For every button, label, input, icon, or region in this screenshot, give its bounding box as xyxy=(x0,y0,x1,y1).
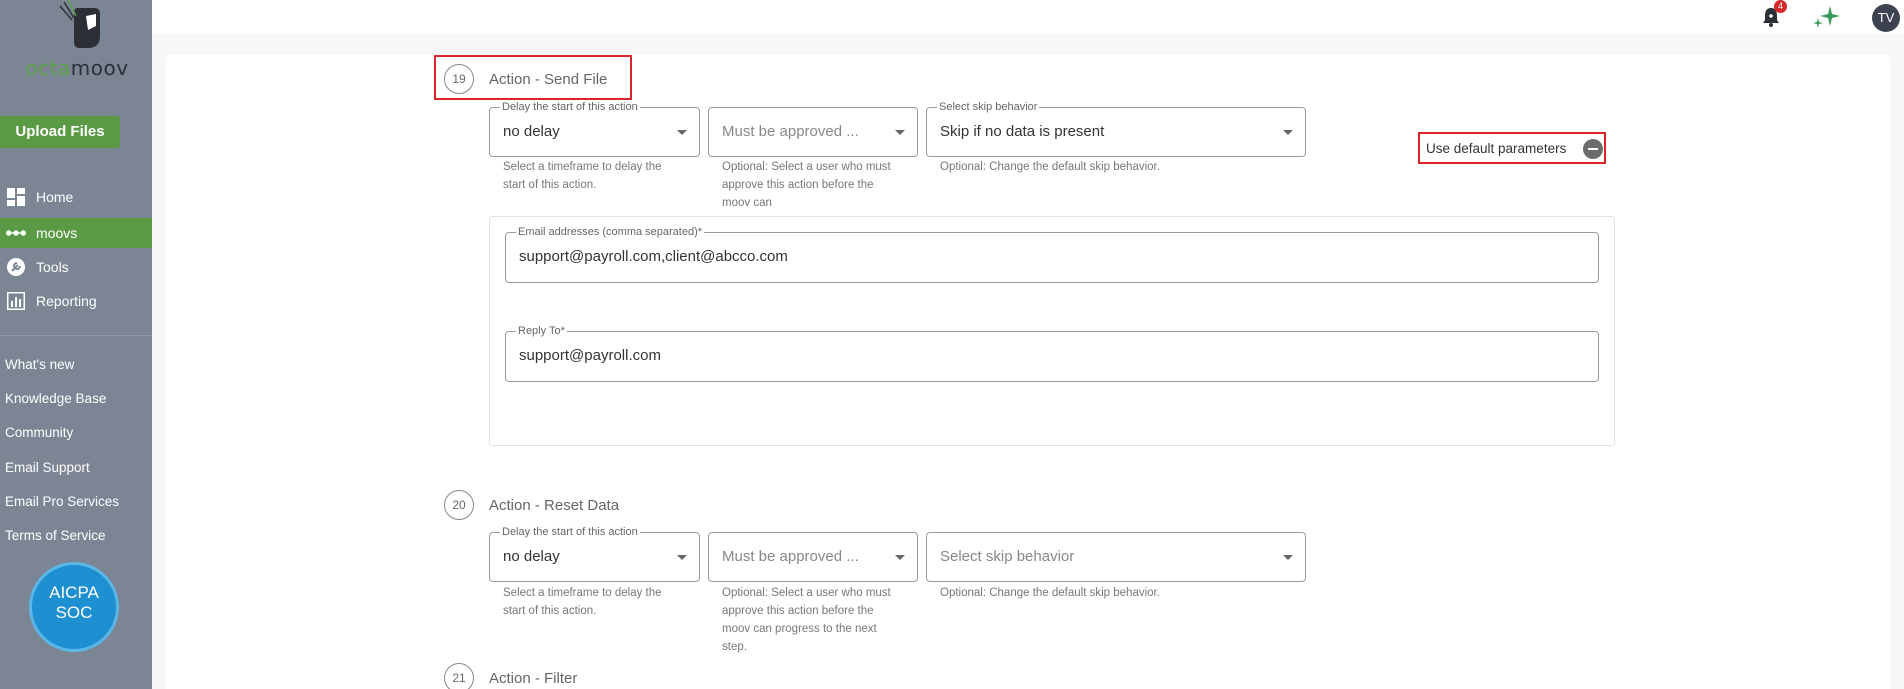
skip-behavior-select[interactable]: Select skip behavior Skip if no data is … xyxy=(926,101,1306,157)
chart-icon xyxy=(6,291,26,311)
field-legend: Delay the start of this action xyxy=(500,101,640,113)
select-placeholder: Select skip behavior xyxy=(940,548,1075,565)
select-value: no delay xyxy=(503,548,560,565)
sidebar-item-label: moovs xyxy=(36,225,78,241)
helper-text: Select a timeframe to delay the start of… xyxy=(503,161,662,191)
step-title: Action - Send File xyxy=(489,71,608,88)
sidebar-item-label: Home xyxy=(36,189,74,205)
reply-to-field[interactable]: Reply To* support@payroll.com xyxy=(505,325,1599,382)
link-community[interactable]: Community xyxy=(5,425,73,440)
select-placeholder: Must be approved ... xyxy=(722,123,859,140)
link-email-pro-services[interactable]: Email Pro Services xyxy=(5,494,119,509)
sidebar-item-label: Tools xyxy=(36,259,69,275)
upload-files-button[interactable]: Upload Files xyxy=(0,116,120,148)
sidebar-item-home[interactable]: Home xyxy=(0,182,152,212)
logo-icon xyxy=(59,0,100,48)
sparkle-icon[interactable] xyxy=(1812,4,1842,30)
top-bar xyxy=(152,0,1904,34)
step-number: 19 xyxy=(444,64,474,94)
field-value: support@payroll.com xyxy=(519,347,661,364)
sidebar-divider xyxy=(0,335,152,336)
sidebar-item-tools[interactable]: Tools xyxy=(0,252,152,282)
caret-down-icon xyxy=(677,130,687,135)
octamoov-logo[interactable]: octamoov xyxy=(18,0,136,80)
approval-select[interactable]: Must be approved ... xyxy=(708,107,918,157)
step-number: 20 xyxy=(444,490,474,520)
avatar[interactable]: TV xyxy=(1872,4,1900,32)
caret-down-icon xyxy=(895,555,905,560)
field-legend: Delay the start of this action xyxy=(500,526,640,538)
sidebar: octamoov Upload Files Home moovs Tools R… xyxy=(0,0,152,689)
select-placeholder: Must be approved ... xyxy=(722,548,859,565)
step-title: Action - Reset Data xyxy=(489,497,620,514)
helper-text: Optional: Select a user who must approve… xyxy=(722,161,891,209)
logo-text: octamoov xyxy=(18,56,136,80)
field-legend: Reply To* xyxy=(516,325,567,337)
helper-text: Optional: Change the default skip behavi… xyxy=(940,161,1160,173)
aicpa-soc-badge: AICPA SOC xyxy=(29,562,119,652)
email-addresses-field[interactable]: Email addresses (comma separated)* suppo… xyxy=(505,226,1599,283)
caret-down-icon xyxy=(677,555,687,560)
helper-text: Optional: Select a user who must approve… xyxy=(722,587,891,653)
step-title: Action - Filter xyxy=(489,670,578,687)
link-terms-of-service[interactable]: Terms of Service xyxy=(5,528,106,543)
minus-circle-icon[interactable] xyxy=(1583,139,1603,159)
logo-text-part1: octa xyxy=(25,56,71,80)
skip-behavior-select[interactable]: Select skip behavior xyxy=(926,532,1306,582)
sidebar-item-label: Reporting xyxy=(36,293,97,309)
field-value: support@payroll.com,client@abcco.com xyxy=(519,248,788,265)
link-whats-new[interactable]: What's new xyxy=(5,357,74,372)
sidebar-item-moovs[interactable]: moovs xyxy=(0,218,152,248)
notification-badge: 4 xyxy=(1774,0,1787,13)
dashboard-icon xyxy=(6,187,26,207)
select-value: no delay xyxy=(503,123,560,140)
wrench-icon xyxy=(6,257,26,277)
caret-down-icon xyxy=(1283,555,1293,560)
field-legend: Email addresses (comma separated)* xyxy=(516,226,705,238)
link-knowledge-base[interactable]: Knowledge Base xyxy=(5,391,106,406)
dots-icon xyxy=(6,223,26,243)
toggle-label: Use default parameters xyxy=(1426,140,1567,156)
helper-text: Select a timeframe to delay the start of… xyxy=(503,587,662,617)
field-legend: Select skip behavior xyxy=(937,101,1040,113)
caret-down-icon xyxy=(895,130,905,135)
badge-line2: SOC xyxy=(55,603,93,622)
use-default-parameters-toggle[interactable]: Use default parameters xyxy=(1418,132,1612,164)
helper-text: Optional: Change the default skip behavi… xyxy=(940,587,1160,599)
link-email-support[interactable]: Email Support xyxy=(5,460,90,475)
sidebar-item-reporting[interactable]: Reporting xyxy=(0,286,152,316)
caret-down-icon xyxy=(1283,130,1293,135)
logo-text-part2: moov xyxy=(70,56,129,80)
delay-select[interactable]: Delay the start of this action no delay xyxy=(489,526,700,582)
step-number: 21 xyxy=(444,663,474,689)
delay-select[interactable]: Delay the start of this action no delay xyxy=(489,101,700,157)
select-value: Skip if no data is present xyxy=(940,123,1105,140)
approval-select[interactable]: Must be approved ... xyxy=(708,532,918,582)
badge-line1: AICPA xyxy=(49,583,99,602)
